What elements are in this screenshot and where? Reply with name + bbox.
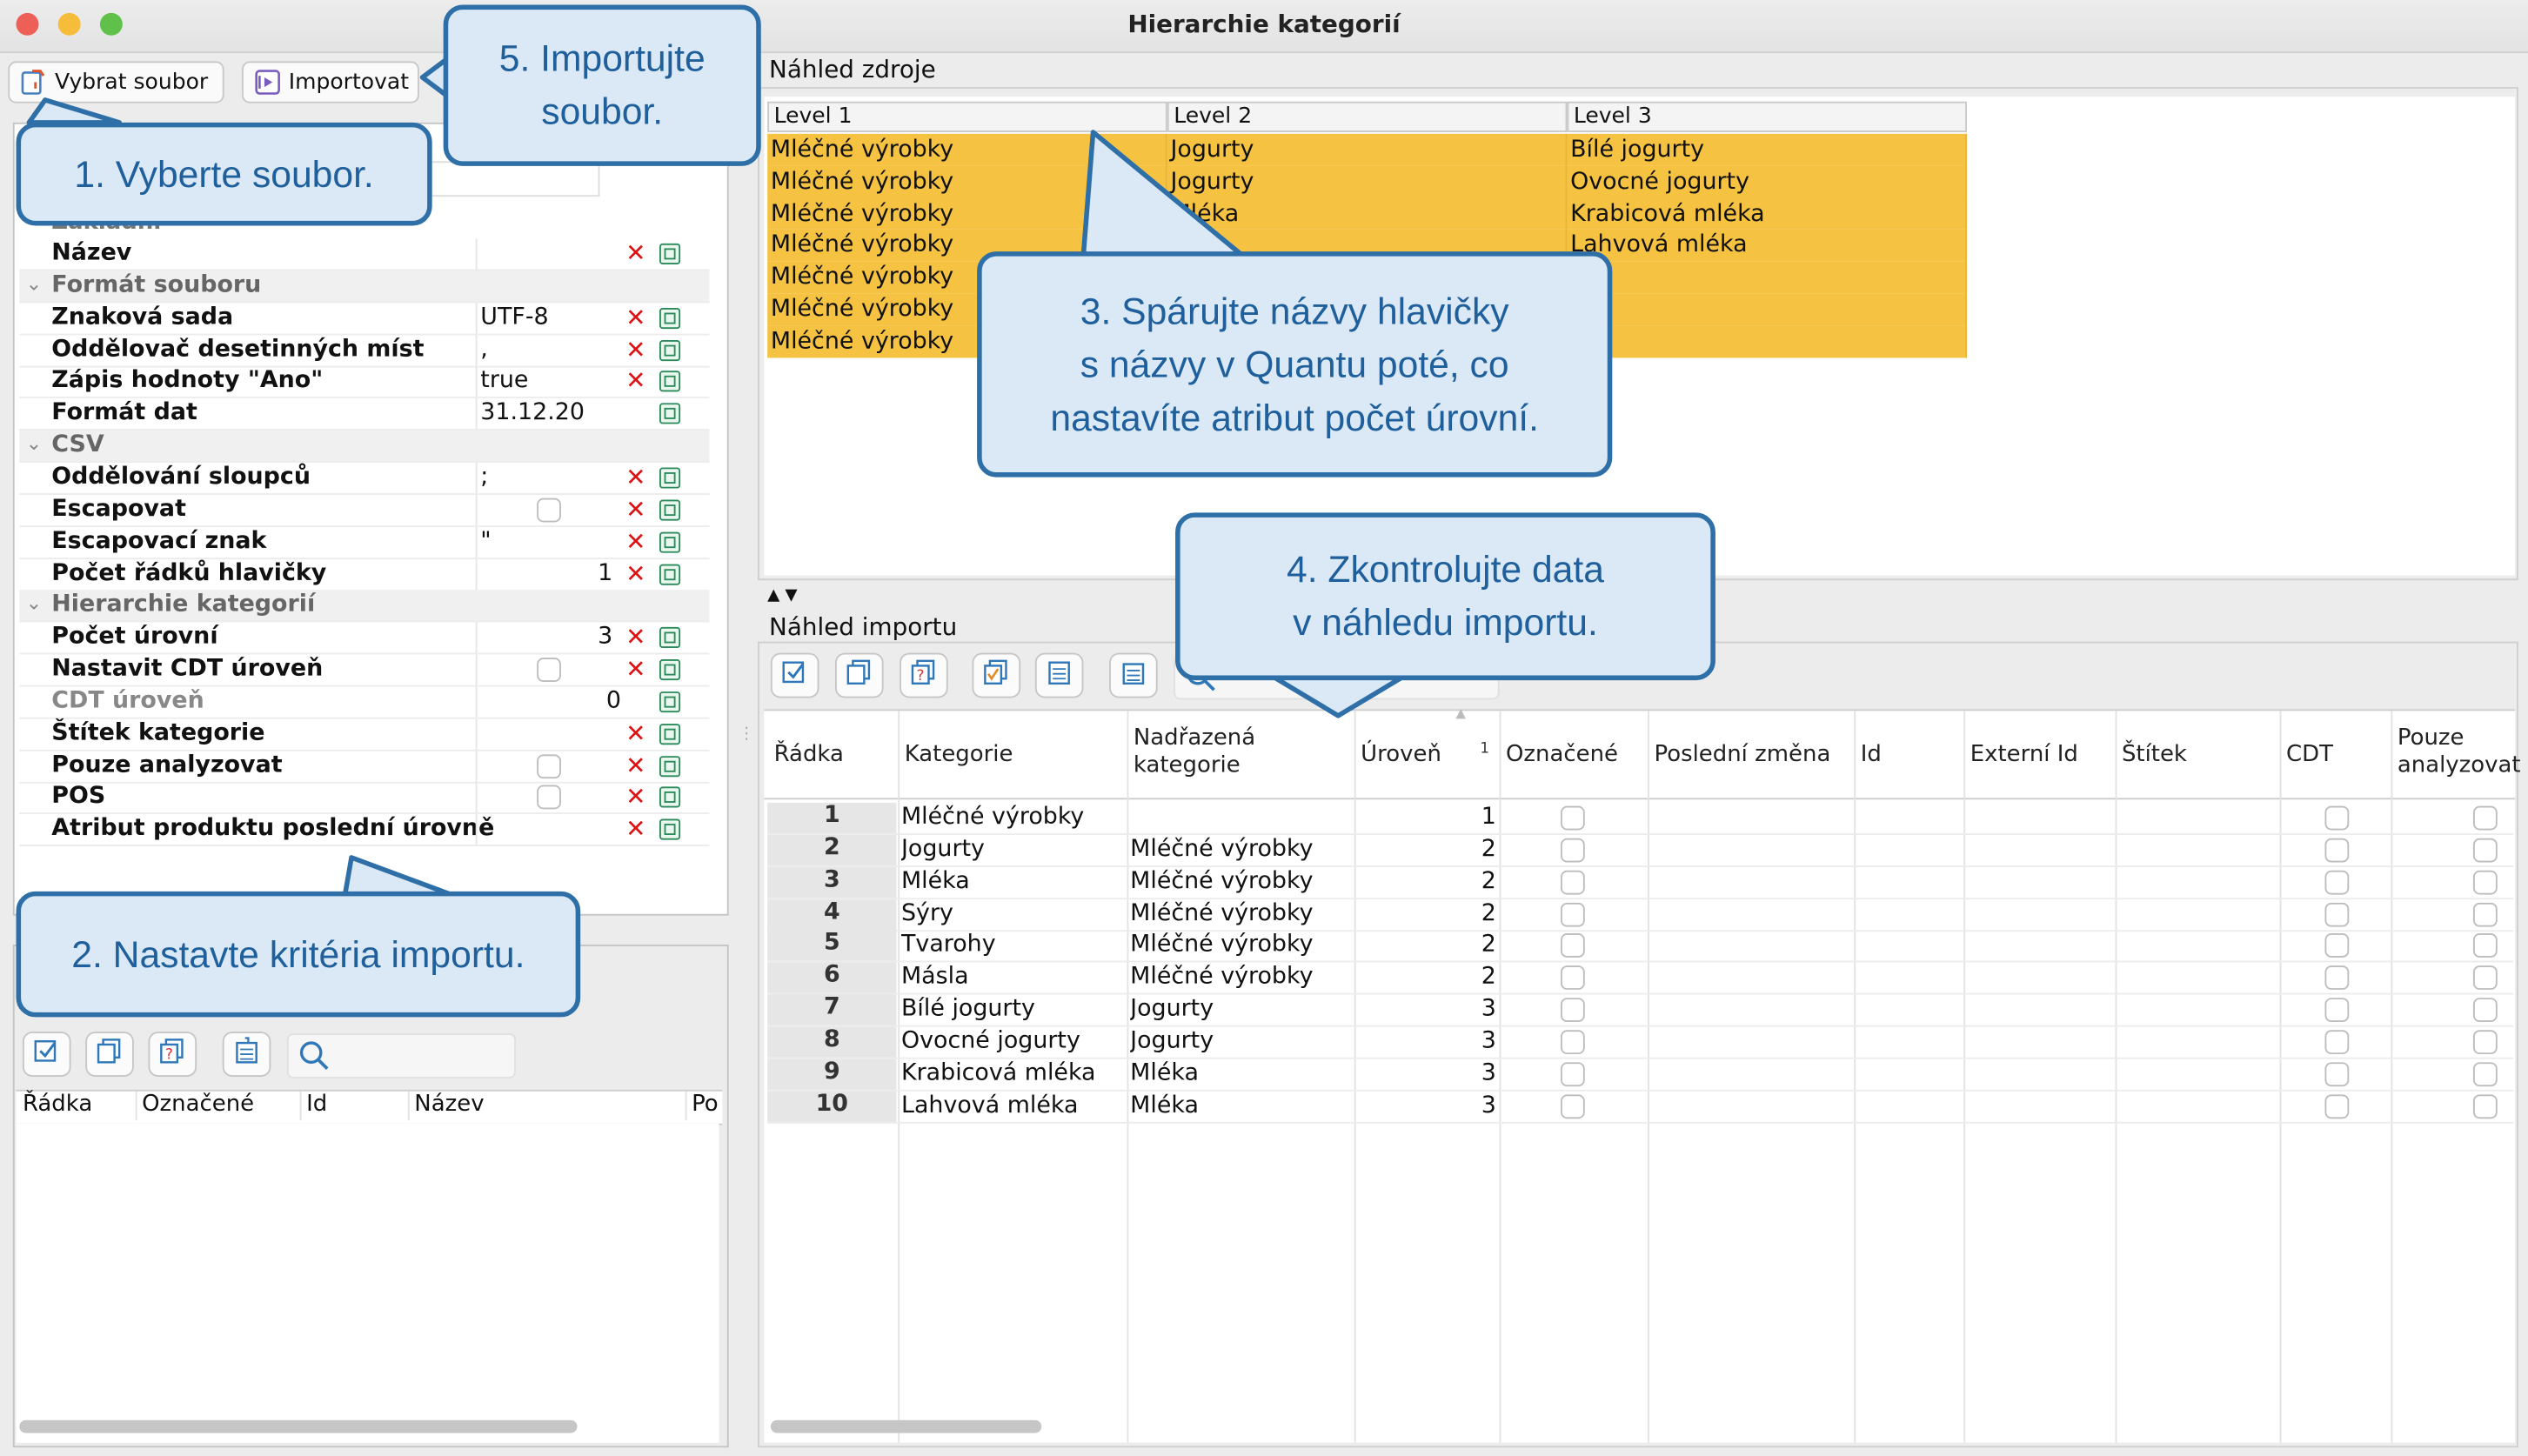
callout1-pointer [26,97,122,125]
callout-set-criteria: 2. Nastavte kritéria importu. [16,891,581,1018]
callout-import-file: 5. Importujte soubor. [443,4,761,166]
callout4-pointer [1271,674,1406,718]
callout-match-headers: 3. Spárujte názvy hlavičky s názvy v Qua… [977,251,1613,478]
callout3-pointer [1080,130,1244,257]
callout-check-data: 4. Zkontrolujte data v náhledu importu. [1175,512,1715,681]
callout-select-file: 1. Vyberte soubor. [16,122,432,226]
callout2-pointer [342,855,454,898]
